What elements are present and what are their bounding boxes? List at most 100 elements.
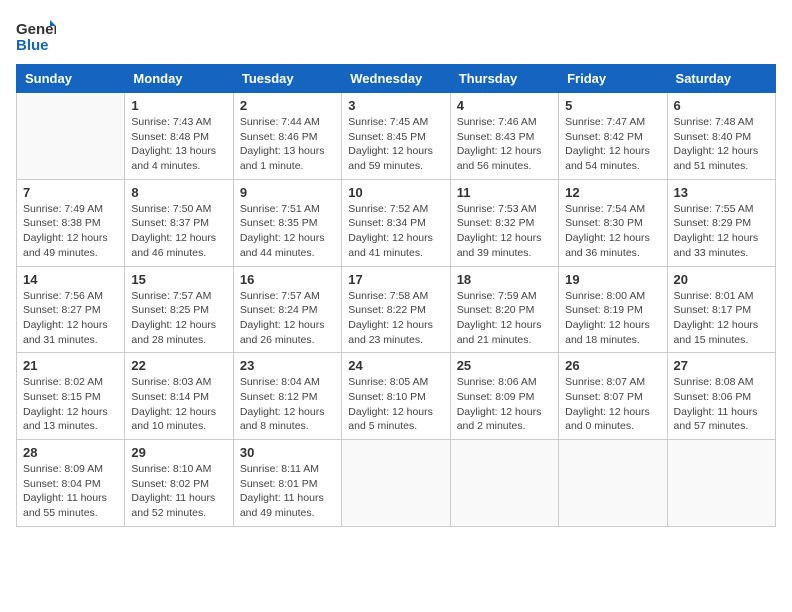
calendar-cell: 8 Sunrise: 7:50 AM Sunset: 8:37 PM Daylig… <box>125 179 233 266</box>
page-header: General Blue <box>16 16 776 56</box>
day-number: 11 <box>457 185 552 200</box>
day-number: 29 <box>131 445 226 460</box>
weekday-header: Sunday <box>17 65 125 93</box>
day-info: Sunrise: 8:05 AM Sunset: 8:10 PM Dayligh… <box>348 375 443 434</box>
calendar-cell: 30 Sunrise: 8:11 AM Sunset: 8:01 PM Dayli… <box>233 440 341 527</box>
day-info: Sunrise: 8:00 AM Sunset: 8:19 PM Dayligh… <box>565 289 660 348</box>
calendar-cell: 22Sunrise: 8:03 AM Sunset: 8:14 PM Dayli… <box>125 353 233 440</box>
calendar-week-row: 14 Sunrise: 7:56 AM Sunset: 8:27 PM Dayli… <box>17 266 776 353</box>
day-info: Sunrise: 8:04 AM Sunset: 8:12 PM Dayligh… <box>240 375 335 434</box>
calendar-week-row: 1Sunrise: 7:43 AM Sunset: 8:48 PM Daylig… <box>17 93 776 180</box>
day-info: Sunrise: 7:58 AM Sunset: 8:22 PM Dayligh… <box>348 289 443 348</box>
day-info: Sunrise: 7:54 AM Sunset: 8:30 PM Dayligh… <box>565 202 660 261</box>
day-number: 16 <box>240 272 335 287</box>
weekday-header: Friday <box>559 65 667 93</box>
day-number: 9 <box>240 185 335 200</box>
day-number: 18 <box>457 272 552 287</box>
day-number: 14 <box>23 272 118 287</box>
day-number: 2 <box>240 98 335 113</box>
day-info: Sunrise: 7:55 AM Sunset: 8:29 PM Dayligh… <box>674 202 769 261</box>
day-number: 24 <box>348 358 443 373</box>
calendar-cell: 4 Sunrise: 7:46 AM Sunset: 8:43 PM Daylig… <box>450 93 558 180</box>
day-number: 15 <box>131 272 226 287</box>
day-info: Sunrise: 7:49 AM Sunset: 8:38 PM Dayligh… <box>23 202 118 261</box>
calendar-cell <box>559 440 667 527</box>
calendar-cell: 13 Sunrise: 7:55 AM Sunset: 8:29 PM Dayli… <box>667 179 775 266</box>
day-number: 23 <box>240 358 335 373</box>
day-info: Sunrise: 7:47 AM Sunset: 8:42 PM Dayligh… <box>565 115 660 174</box>
calendar-cell: 14 Sunrise: 7:56 AM Sunset: 8:27 PM Dayli… <box>17 266 125 353</box>
calendar-cell: 25 Sunrise: 8:06 AM Sunset: 8:09 PM Dayli… <box>450 353 558 440</box>
day-number: 10 <box>348 185 443 200</box>
calendar-cell: 5 Sunrise: 7:47 AM Sunset: 8:42 PM Daylig… <box>559 93 667 180</box>
calendar-cell: 21 Sunrise: 8:02 AM Sunset: 8:15 PM Dayli… <box>17 353 125 440</box>
day-number: 8 <box>131 185 226 200</box>
calendar-week-row: 7 Sunrise: 7:49 AM Sunset: 8:38 PM Daylig… <box>17 179 776 266</box>
calendar-cell: 10 Sunrise: 7:52 AM Sunset: 8:34 PM Dayli… <box>342 179 450 266</box>
day-number: 5 <box>565 98 660 113</box>
weekday-header: Monday <box>125 65 233 93</box>
day-number: 28 <box>23 445 118 460</box>
day-info: Sunrise: 7:45 AM Sunset: 8:45 PM Dayligh… <box>348 115 443 174</box>
day-info: Sunrise: 7:52 AM Sunset: 8:34 PM Dayligh… <box>348 202 443 261</box>
calendar-cell: 1Sunrise: 7:43 AM Sunset: 8:48 PM Daylig… <box>125 93 233 180</box>
day-number: 22 <box>131 358 226 373</box>
day-number: 27 <box>674 358 769 373</box>
day-info: Sunrise: 8:09 AM Sunset: 8:04 PM Dayligh… <box>23 462 118 521</box>
day-number: 4 <box>457 98 552 113</box>
day-number: 12 <box>565 185 660 200</box>
calendar-cell <box>17 93 125 180</box>
day-info: Sunrise: 8:07 AM Sunset: 8:07 PM Dayligh… <box>565 375 660 434</box>
calendar-cell <box>667 440 775 527</box>
calendar-cell: 17 Sunrise: 7:58 AM Sunset: 8:22 PM Dayli… <box>342 266 450 353</box>
day-number: 3 <box>348 98 443 113</box>
day-info: Sunrise: 8:02 AM Sunset: 8:15 PM Dayligh… <box>23 375 118 434</box>
day-info: Sunrise: 7:44 AM Sunset: 8:46 PM Dayligh… <box>240 115 335 174</box>
weekday-header: Saturday <box>667 65 775 93</box>
logo-container: General Blue <box>16 16 56 56</box>
day-info: Sunrise: 8:08 AM Sunset: 8:06 PM Dayligh… <box>674 375 769 434</box>
day-info: Sunrise: 7:56 AM Sunset: 8:27 PM Dayligh… <box>23 289 118 348</box>
calendar-cell: 15 Sunrise: 7:57 AM Sunset: 8:25 PM Dayli… <box>125 266 233 353</box>
day-info: Sunrise: 7:48 AM Sunset: 8:40 PM Dayligh… <box>674 115 769 174</box>
day-number: 1 <box>131 98 226 113</box>
calendar-cell: 12 Sunrise: 7:54 AM Sunset: 8:30 PM Dayli… <box>559 179 667 266</box>
day-info: Sunrise: 7:51 AM Sunset: 8:35 PM Dayligh… <box>240 202 335 261</box>
day-info: Sunrise: 8:10 AM Sunset: 8:02 PM Dayligh… <box>131 462 226 521</box>
calendar-cell: 6 Sunrise: 7:48 AM Sunset: 8:40 PM Daylig… <box>667 93 775 180</box>
calendar-cell: 19 Sunrise: 8:00 AM Sunset: 8:19 PM Dayli… <box>559 266 667 353</box>
day-number: 17 <box>348 272 443 287</box>
day-info: Sunrise: 7:46 AM Sunset: 8:43 PM Dayligh… <box>457 115 552 174</box>
day-number: 30 <box>240 445 335 460</box>
logo: General Blue <box>16 16 56 56</box>
calendar-cell <box>450 440 558 527</box>
calendar-cell <box>342 440 450 527</box>
day-info: Sunrise: 7:59 AM Sunset: 8:20 PM Dayligh… <box>457 289 552 348</box>
calendar-cell: 9 Sunrise: 7:51 AM Sunset: 8:35 PM Daylig… <box>233 179 341 266</box>
calendar-cell: 28 Sunrise: 8:09 AM Sunset: 8:04 PM Dayli… <box>17 440 125 527</box>
day-number: 6 <box>674 98 769 113</box>
calendar-cell: 7 Sunrise: 7:49 AM Sunset: 8:38 PM Daylig… <box>17 179 125 266</box>
calendar-cell: 23 Sunrise: 8:04 AM Sunset: 8:12 PM Dayli… <box>233 353 341 440</box>
calendar-cell: 2 Sunrise: 7:44 AM Sunset: 8:46 PM Daylig… <box>233 93 341 180</box>
day-info: Sunrise: 8:06 AM Sunset: 8:09 PM Dayligh… <box>457 375 552 434</box>
weekday-header: Tuesday <box>233 65 341 93</box>
weekday-header: Thursday <box>450 65 558 93</box>
calendar-week-row: 28 Sunrise: 8:09 AM Sunset: 8:04 PM Dayli… <box>17 440 776 527</box>
day-number: 7 <box>23 185 118 200</box>
day-number: 25 <box>457 358 552 373</box>
calendar-week-row: 21 Sunrise: 8:02 AM Sunset: 8:15 PM Dayli… <box>17 353 776 440</box>
calendar-cell: 24 Sunrise: 8:05 AM Sunset: 8:10 PM Dayli… <box>342 353 450 440</box>
day-info: Sunrise: 7:50 AM Sunset: 8:37 PM Dayligh… <box>131 202 226 261</box>
day-info: Sunrise: 7:57 AM Sunset: 8:25 PM Dayligh… <box>131 289 226 348</box>
calendar-cell: 3 Sunrise: 7:45 AM Sunset: 8:45 PM Daylig… <box>342 93 450 180</box>
calendar-cell: 20Sunrise: 8:01 AM Sunset: 8:17 PM Dayli… <box>667 266 775 353</box>
day-info: Sunrise: 8:11 AM Sunset: 8:01 PM Dayligh… <box>240 462 335 521</box>
day-info: Sunrise: 7:57 AM Sunset: 8:24 PM Dayligh… <box>240 289 335 348</box>
day-number: 20 <box>674 272 769 287</box>
day-number: 21 <box>23 358 118 373</box>
calendar-cell: 11Sunrise: 7:53 AM Sunset: 8:32 PM Dayli… <box>450 179 558 266</box>
day-number: 13 <box>674 185 769 200</box>
day-number: 26 <box>565 358 660 373</box>
day-number: 19 <box>565 272 660 287</box>
